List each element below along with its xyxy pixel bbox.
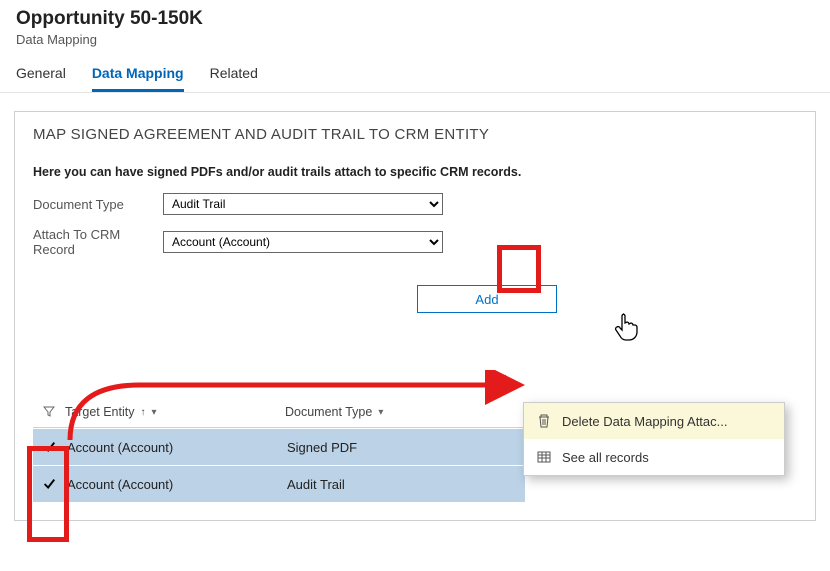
- table-row[interactable]: Account (Account) Audit Trail: [33, 465, 525, 502]
- col-header-document-type[interactable]: Document Type ▾: [285, 405, 525, 419]
- mapping-grid: Target Entity ↑ ▾ Document Type ▾ Accoun…: [33, 397, 525, 502]
- context-menu: Delete Data Mapping Attac... See all rec…: [523, 402, 785, 476]
- cell-entity: Account (Account): [65, 440, 287, 455]
- sort-asc-icon: ↑: [140, 407, 145, 418]
- check-icon: [42, 477, 56, 491]
- row-checkbox[interactable]: [33, 440, 65, 454]
- tab-general[interactable]: General: [16, 65, 66, 92]
- tab-data-mapping[interactable]: Data Mapping: [92, 65, 184, 92]
- cell-doc: Signed PDF: [287, 440, 525, 455]
- page-title: Opportunity 50-150K: [16, 8, 814, 30]
- more-actions-button[interactable]: [489, 365, 519, 399]
- grid-header: Target Entity ↑ ▾ Document Type ▾: [33, 397, 525, 428]
- add-button[interactable]: Add: [417, 285, 557, 313]
- chevron-down-icon: ▾: [151, 407, 156, 418]
- check-icon: [42, 440, 56, 454]
- col-label-entity: Target Entity: [65, 405, 134, 419]
- kebab-icon: [503, 375, 506, 390]
- grid-icon: [536, 449, 552, 465]
- page-subtitle: Data Mapping: [16, 32, 814, 47]
- document-type-label: Document Type: [33, 197, 163, 212]
- menu-label-see-all: See all records: [562, 450, 649, 465]
- cell-doc: Audit Trail: [287, 477, 525, 492]
- filter-icon[interactable]: [33, 405, 65, 420]
- section-title: MAP SIGNED AGREEMENT AND AUDIT TRAIL TO …: [33, 126, 797, 143]
- menu-label-delete: Delete Data Mapping Attac...: [562, 414, 727, 429]
- section-intro: Here you can have signed PDFs and/or aud…: [33, 165, 797, 179]
- tab-bar: General Data Mapping Related: [0, 47, 830, 93]
- mapping-panel: MAP SIGNED AGREEMENT AND AUDIT TRAIL TO …: [14, 111, 816, 521]
- tab-related[interactable]: Related: [210, 65, 258, 92]
- table-row[interactable]: Account (Account) Signed PDF: [33, 428, 525, 465]
- attach-to-label: Attach To CRM Record: [33, 227, 163, 257]
- cell-entity: Account (Account): [65, 477, 287, 492]
- trash-icon: [536, 413, 552, 429]
- chevron-down-icon: ▾: [378, 407, 383, 418]
- menu-item-delete[interactable]: Delete Data Mapping Attac...: [524, 403, 784, 439]
- document-type-select[interactable]: Audit Trail: [163, 193, 443, 215]
- row-checkbox[interactable]: [33, 477, 65, 491]
- attach-to-select[interactable]: Account (Account): [163, 231, 443, 253]
- col-label-doc: Document Type: [285, 405, 372, 419]
- col-header-target-entity[interactable]: Target Entity ↑ ▾: [65, 405, 285, 419]
- menu-item-see-all[interactable]: See all records: [524, 439, 784, 475]
